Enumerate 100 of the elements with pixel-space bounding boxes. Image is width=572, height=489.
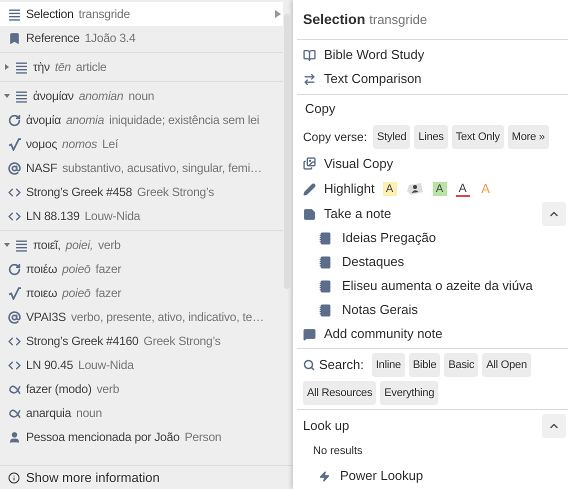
item-description: noun — [128, 88, 154, 105]
item-description: iniquidade; existência sem lei — [109, 112, 260, 129]
option-button[interactable]: All Open — [482, 353, 531, 377]
highlight-style[interactable]: A — [432, 182, 447, 196]
option-button[interactable]: More » — [508, 125, 549, 149]
option-button[interactable]: Everything — [380, 381, 438, 405]
section-heading: Look up — [303, 417, 350, 436]
alpha-icon — [8, 382, 21, 396]
transliteration: anomian — [78, 88, 124, 105]
transliteration: poiei, — [66, 237, 94, 254]
images-icon — [303, 157, 316, 170]
item-description: verb — [98, 237, 121, 254]
option-button[interactable]: Inline — [372, 353, 405, 377]
menu-item[interactable]: Text Comparison — [297, 67, 568, 91]
item-label: ἀνομία — [26, 112, 61, 129]
list-icon — [8, 8, 21, 20]
menu-item[interactable]: Add community note — [297, 322, 568, 346]
item-label: LN 90.45 — [26, 357, 74, 374]
option-button[interactable]: Bible — [408, 353, 440, 377]
notebook-icon — [319, 280, 332, 292]
item-description: fazer — [96, 261, 122, 278]
collapse-button[interactable] — [542, 414, 566, 438]
notebook-item[interactable]: Eliseu aumenta o azeite da viúva — [297, 274, 568, 298]
item-label: fazer (modo) — [26, 381, 92, 398]
item-label: Strong’s Greek #458 — [26, 184, 132, 201]
list-icon — [15, 60, 28, 74]
panel-subtitle: transgride — [369, 10, 428, 29]
item-description: Leí — [102, 136, 118, 153]
person-tag-icon[interactable] — [406, 182, 424, 196]
item-description: Person — [184, 429, 222, 446]
notebook-item[interactable]: Destaques — [297, 250, 568, 274]
item-label: ποιεῖ, — [33, 237, 61, 254]
list-row[interactable]: Selection transgride — [0, 2, 283, 26]
transliteration: anomia — [66, 112, 104, 129]
bookmark-icon — [8, 32, 21, 44]
transliteration: poieō — [62, 261, 91, 278]
section-heading: Copy — [304, 100, 336, 118]
item-description: Louw-Nida — [84, 208, 140, 225]
search-label: Search: — [319, 356, 364, 374]
item-description: Louw-Nida — [78, 357, 134, 374]
item-description: transgride — [78, 6, 130, 23]
code-icon — [8, 358, 21, 372]
swap-arrows-icon — [303, 72, 316, 86]
list-icon — [15, 90, 28, 102]
item-label: Reference — [26, 30, 80, 47]
menu-item[interactable]: Bible Word Study — [297, 43, 568, 67]
root-icon — [8, 286, 21, 300]
code-icon — [8, 334, 21, 348]
item-description: fazer — [96, 285, 122, 302]
transliteration: tēn — [54, 59, 71, 76]
item-label: τὴν — [33, 59, 50, 76]
notebook-icon — [319, 232, 332, 244]
panel-title: Selection — [303, 10, 366, 29]
take-note-label: Take a note — [324, 205, 392, 224]
item-description: Greek Strong’s — [144, 333, 221, 350]
notebook-item[interactable]: Notas Gerais — [297, 298, 568, 322]
item-description: article — [76, 59, 107, 76]
item-label: anarquia — [26, 405, 72, 422]
code-icon — [8, 210, 21, 222]
root-icon — [8, 138, 21, 150]
notebook-item[interactable]: Ideias Pregação — [297, 226, 568, 250]
highlight-label: Highlight — [324, 180, 375, 198]
notebook-icon — [319, 304, 332, 316]
scrollbar[interactable] — [284, 14, 290, 289]
option-button[interactable]: Basic — [444, 353, 478, 377]
show-more-button[interactable]: Show more information — [0, 465, 293, 489]
notebook-icon — [319, 256, 332, 268]
expander-icon[interactable] — [4, 64, 10, 70]
circular-arrow-icon — [8, 114, 21, 126]
comment-icon — [303, 328, 316, 340]
option-button[interactable]: All Resources — [303, 381, 376, 405]
option-button[interactable]: Text Only — [452, 125, 504, 149]
item-description: Greek Strong’s — [137, 184, 214, 201]
code-icon — [8, 186, 21, 198]
copy-verse-label: Copy verse: — [303, 129, 368, 146]
highlight-style[interactable]: A — [382, 182, 397, 196]
item-label: NASF — [26, 160, 58, 177]
info-icon — [8, 472, 20, 484]
option-button[interactable]: Lines — [414, 125, 448, 149]
item-label: ποιεω — [26, 285, 58, 302]
highlight-style[interactable]: A — [456, 182, 470, 196]
expander-icon[interactable] — [4, 242, 10, 248]
status-text: No results — [312, 444, 364, 459]
item-label: νομος — [26, 136, 58, 153]
circular-arrow-icon — [8, 262, 21, 276]
at-sign-icon — [8, 162, 21, 174]
expander-icon[interactable] — [4, 93, 10, 99]
at-sign-icon — [8, 310, 21, 324]
item-label: VPAI3S — [26, 309, 66, 326]
item-label: LN 88.139 — [26, 208, 80, 225]
note-icon — [303, 208, 316, 220]
lightning-icon — [319, 470, 330, 482]
menu-item[interactable]: Power Lookup — [297, 463, 568, 489]
option-button[interactable]: Styled — [373, 125, 410, 149]
item-description: substantivo, acusativo, singular, femi… — [62, 160, 262, 177]
collapse-button[interactable] — [542, 202, 566, 226]
person-icon — [8, 430, 21, 444]
menu-item[interactable]: Visual Copy — [297, 151, 568, 176]
item-label: ποιέω — [26, 261, 58, 278]
item-label: Strong’s Greek #4160 — [26, 333, 139, 350]
